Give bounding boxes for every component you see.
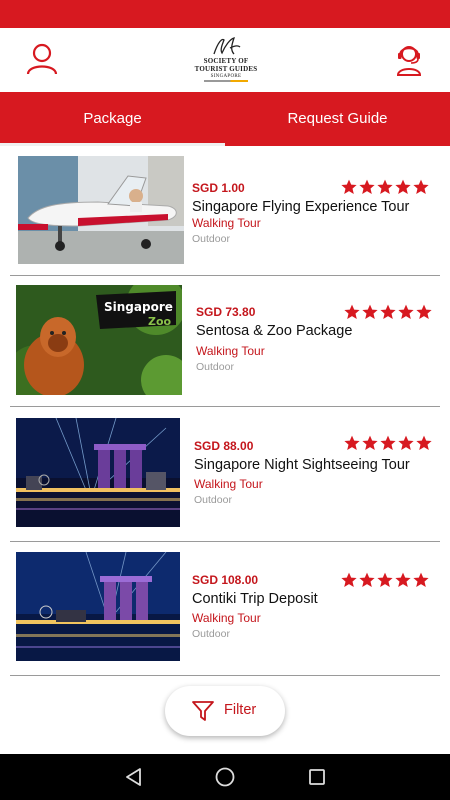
star-icon: [362, 435, 378, 450]
star-icon: [416, 304, 432, 319]
recents-square-icon[interactable]: [305, 765, 329, 789]
star-icon: [395, 572, 411, 587]
package-thumbnail-night-skyline: [16, 418, 180, 527]
zoo-sign-line2: Zoo: [148, 315, 172, 328]
rating-stars: [344, 435, 434, 451]
funnel-icon: [192, 701, 214, 721]
filter-label: Filter: [224, 702, 257, 718]
package-thumbnail-zoo: Singapore Zoo: [16, 285, 182, 395]
package-title: Singapore Night Sightseeing Tour: [194, 457, 410, 473]
package-card[interactable]: SGD 108.00 Contiki Trip Deposit Walking …: [10, 542, 440, 676]
app-header: SOCIETY OF TOURIST GUIDES SINGAPORE: [0, 28, 450, 92]
package-price: SGD 1.00: [192, 181, 245, 195]
package-thumbnail-marina-bay: [16, 552, 180, 661]
package-list[interactable]: SGD 1.00 Singapore Flying Experience Tou…: [0, 146, 450, 754]
star-icon: [344, 304, 360, 319]
rating-stars: [341, 572, 431, 588]
logo-line-3: SINGAPORE: [210, 74, 242, 79]
star-icon: [380, 304, 396, 319]
package-price: SGD 88.00: [194, 439, 254, 453]
user-icon[interactable]: [26, 42, 58, 76]
package-category: Walking Tour: [192, 611, 261, 625]
package-price: SGD 108.00: [192, 573, 259, 587]
star-icon: [344, 435, 360, 450]
package-price: SGD 73.80: [196, 305, 256, 319]
star-icon: [398, 304, 414, 319]
tab-package[interactable]: Package: [0, 92, 225, 146]
package-thumbnail-plane: [18, 156, 184, 264]
package-setting: Outdoor: [192, 233, 230, 245]
package-setting: Outdoor: [192, 628, 230, 640]
rating-stars: [344, 304, 434, 320]
star-icon: [362, 304, 378, 319]
star-icon: [413, 179, 429, 194]
package-setting: Outdoor: [194, 494, 232, 506]
star-icon: [359, 572, 375, 587]
tab-request-guide[interactable]: Request Guide: [225, 92, 450, 146]
logo-line-2: TOURIST GUIDES: [194, 65, 258, 73]
star-icon: [380, 435, 396, 450]
package-title: Sentosa & Zoo Package: [196, 323, 353, 339]
logo-underline: [204, 80, 248, 82]
logo-line-1: SOCIETY OF: [203, 57, 249, 65]
star-icon: [359, 179, 375, 194]
zoo-sign-line1: Singapore: [104, 300, 173, 314]
status-bar: [0, 0, 450, 28]
package-title: Singapore Flying Experience Tour: [192, 199, 410, 215]
support-agent-icon[interactable]: [393, 42, 425, 76]
package-card[interactable]: SGD 1.00 Singapore Flying Experience Tou…: [10, 146, 440, 276]
star-icon: [377, 572, 393, 587]
package-category: Walking Tour: [196, 344, 265, 358]
star-icon: [377, 179, 393, 194]
package-card[interactable]: SGD 88.00 Singapore Night Sightseeing To…: [10, 407, 440, 542]
rating-stars: [341, 179, 431, 195]
back-triangle-icon[interactable]: [122, 765, 146, 789]
star-icon: [416, 435, 432, 450]
package-category: Walking Tour: [192, 216, 261, 230]
tab-bar: Package Request Guide: [0, 92, 450, 146]
package-setting: Outdoor: [196, 361, 234, 373]
package-card[interactable]: Singapore Zoo SGD 73.80 Sentosa & Zoo Pa…: [10, 276, 440, 407]
package-title: Contiki Trip Deposit: [192, 591, 318, 607]
society-logo: SOCIETY OF TOURIST GUIDES SINGAPORE: [192, 36, 260, 84]
star-icon: [413, 572, 429, 587]
package-category: Walking Tour: [194, 477, 263, 491]
star-icon: [341, 572, 357, 587]
star-icon: [398, 435, 414, 450]
star-icon: [395, 179, 411, 194]
filter-button[interactable]: Filter: [165, 686, 285, 736]
home-circle-icon[interactable]: [213, 765, 237, 789]
star-icon: [341, 179, 357, 194]
android-nav-bar: [0, 754, 450, 800]
